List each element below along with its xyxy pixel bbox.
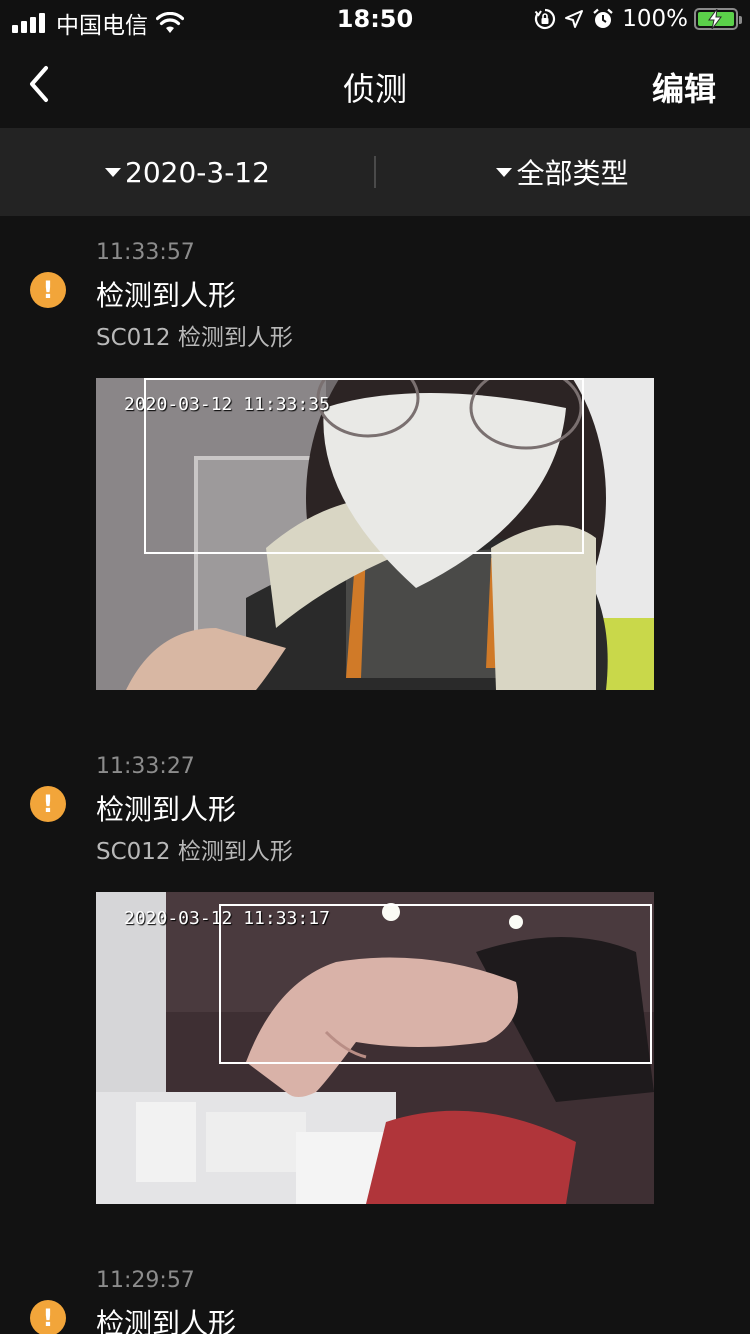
orientation-lock-icon bbox=[534, 8, 556, 30]
event-list: 11:33:57 ! 检测到人形 SC012 检测到人形 2020-03-12 … bbox=[0, 216, 750, 1334]
event-title: 检测到人形 bbox=[96, 1307, 237, 1334]
type-filter-label: 全部类型 bbox=[516, 157, 629, 190]
alarm-icon bbox=[593, 8, 613, 28]
page-title: 侦测 bbox=[342, 70, 407, 108]
detection-box bbox=[144, 378, 584, 554]
filter-bar: 2020-3-12 全部类型 bbox=[0, 128, 750, 216]
battery-percent: 100% bbox=[622, 6, 688, 32]
date-filter-label: 2020-3-12 bbox=[125, 155, 270, 189]
event-subtitle: SC012 检测到人形 bbox=[96, 325, 293, 351]
status-bar: 中国电信 18:50 100% bbox=[0, 0, 750, 40]
event-time: 11:33:27 bbox=[96, 754, 195, 779]
battery-icon bbox=[694, 8, 742, 30]
type-filter-dropdown[interactable]: 全部类型 bbox=[375, 128, 750, 216]
location-icon bbox=[565, 10, 584, 28]
event-snapshot[interactable]: 2020-03-12 11:33:17 bbox=[96, 892, 654, 1204]
event-time: 11:33:57 bbox=[96, 240, 195, 265]
event-time: 11:29:57 bbox=[96, 1268, 195, 1293]
event-item[interactable]: 11:33:27 ! 检测到人形 SC012 检测到人形 2020-03-12 … bbox=[0, 730, 750, 1244]
caret-down-icon bbox=[105, 167, 122, 177]
edit-button[interactable]: 编辑 bbox=[652, 64, 716, 110]
navigation-bar: 侦测 编辑 bbox=[0, 40, 750, 128]
detection-box bbox=[219, 904, 652, 1064]
event-snapshot[interactable]: 2020-03-12 11:33:35 bbox=[96, 378, 654, 690]
alert-icon: ! bbox=[30, 786, 66, 822]
alert-icon: ! bbox=[30, 272, 66, 308]
event-subtitle: SC012 检测到人形 bbox=[96, 839, 293, 865]
event-item[interactable]: 11:33:57 ! 检测到人形 SC012 检测到人形 2020-03-12 … bbox=[0, 216, 750, 730]
caret-down-icon bbox=[496, 167, 513, 177]
date-filter-dropdown[interactable]: 2020-3-12 bbox=[0, 128, 375, 216]
charging-bolt-icon bbox=[708, 9, 722, 29]
event-title: 检测到人形 bbox=[96, 279, 237, 312]
event-item[interactable]: 11:29:57 ! 检测到人形 bbox=[0, 1244, 750, 1334]
event-title: 检测到人形 bbox=[96, 793, 237, 826]
alert-icon: ! bbox=[30, 1300, 66, 1334]
